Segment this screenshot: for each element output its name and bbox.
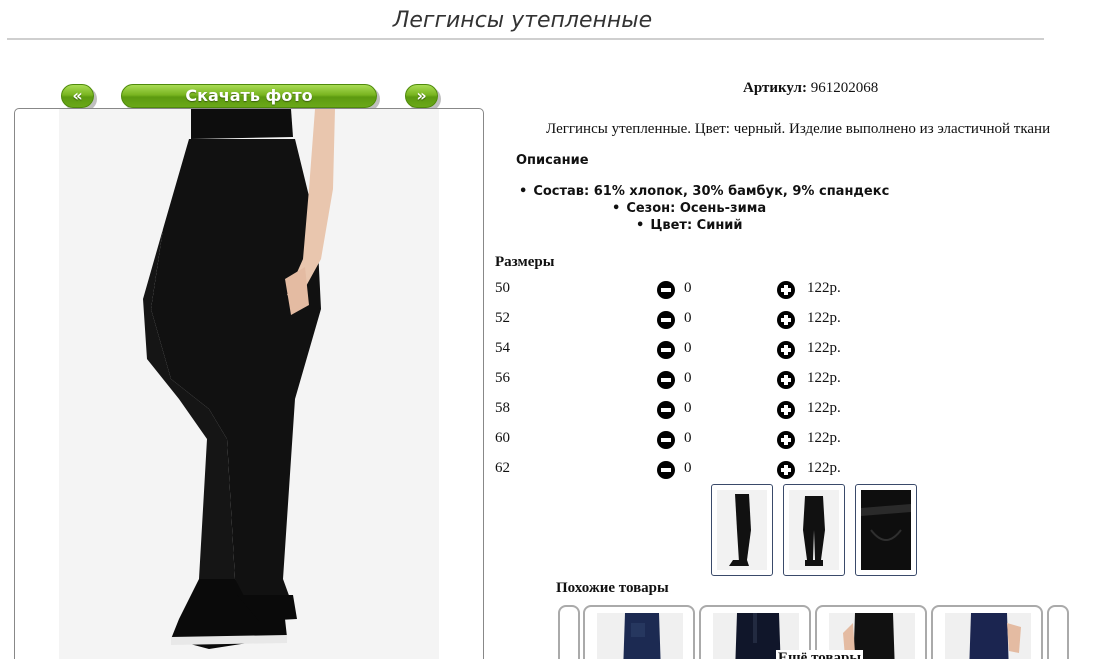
spec-item: Цвет: Синий — [636, 218, 742, 233]
size-value: 50 — [495, 280, 510, 296]
qty-value: 0 — [684, 460, 692, 476]
photo-thumbnail[interactable] — [711, 484, 773, 576]
price-value: 122р. — [807, 310, 841, 326]
qty-value: 0 — [684, 280, 692, 296]
main-photo-frame — [14, 108, 484, 659]
price-value: 122р. — [807, 460, 841, 476]
spec-item: Состав: 61% хлопок, 30% бамбук, 9% спанд… — [519, 184, 889, 199]
prev-photo-button[interactable]: « — [61, 84, 94, 108]
size-row: 52 0 122р. — [495, 310, 895, 332]
increase-qty-icon[interactable] — [777, 281, 795, 299]
size-row: 58 0 122р. — [495, 400, 895, 422]
increase-qty-icon[interactable] — [777, 461, 795, 479]
increase-qty-icon[interactable] — [777, 341, 795, 359]
qty-value: 0 — [684, 340, 692, 356]
title-divider — [7, 38, 1044, 40]
carousel-next-button[interactable] — [1047, 605, 1069, 659]
decrease-qty-icon[interactable] — [657, 401, 675, 419]
size-row: 50 0 122р. — [495, 280, 895, 302]
increase-qty-icon[interactable] — [777, 431, 795, 449]
decrease-qty-icon[interactable] — [657, 431, 675, 449]
similar-product-image — [597, 613, 683, 659]
size-value: 58 — [495, 400, 510, 416]
article-label: Артикул: — [743, 80, 807, 96]
price-value: 122р. — [807, 370, 841, 386]
size-value: 60 — [495, 430, 510, 446]
specs-heading: Описание — [516, 153, 589, 168]
thumbnail-image — [861, 490, 911, 570]
price-value: 122р. — [807, 430, 841, 446]
size-value: 52 — [495, 310, 510, 326]
qty-value: 0 — [684, 310, 692, 326]
price-value: 122р. — [807, 280, 841, 296]
increase-qty-icon[interactable] — [777, 311, 795, 329]
carousel-prev-button[interactable] — [558, 605, 580, 659]
article-line: Артикул: 961202068 — [743, 80, 878, 97]
price-value: 122р. — [807, 340, 841, 356]
decrease-qty-icon[interactable] — [657, 311, 675, 329]
decrease-qty-icon[interactable] — [657, 341, 675, 359]
product-description: Леггинсы утепленные. Цвет: черный. Издел… — [546, 121, 1051, 137]
qty-value: 0 — [684, 400, 692, 416]
increase-qty-icon[interactable] — [777, 401, 795, 419]
page-title: Леггинсы утепленные — [392, 8, 653, 33]
decrease-qty-icon[interactable] — [657, 371, 675, 389]
qty-value: 0 — [684, 430, 692, 446]
download-photo-button[interactable]: Скачать фото — [121, 84, 377, 108]
product-photo-illustration — [143, 109, 335, 649]
similar-product-image — [945, 613, 1031, 659]
price-value: 122р. — [807, 400, 841, 416]
thumbnail-image — [789, 490, 839, 570]
decrease-qty-icon[interactable] — [657, 461, 675, 479]
photo-thumbnail[interactable] — [783, 484, 845, 576]
similar-products-heading: Похожие товары — [556, 580, 669, 596]
sizes-heading: Размеры — [495, 254, 555, 270]
size-row: 60 0 122р. — [495, 430, 895, 452]
more-products-heading: Ещё товары — [776, 650, 864, 659]
size-value: 54 — [495, 340, 510, 356]
similar-product-card[interactable] — [931, 605, 1043, 659]
article-value: 961202068 — [810, 80, 879, 96]
size-value: 62 — [495, 460, 510, 476]
next-photo-button[interactable]: » — [405, 84, 438, 108]
size-row: 62 0 122р. — [495, 460, 895, 482]
photo-thumbnail[interactable] — [855, 484, 917, 576]
increase-qty-icon[interactable] — [777, 371, 795, 389]
spec-item: Сезон: Осень-зима — [612, 201, 766, 216]
size-row: 54 0 122р. — [495, 340, 895, 362]
similar-product-card[interactable] — [583, 605, 695, 659]
size-row: 56 0 122р. — [495, 370, 895, 392]
thumbnail-image — [717, 490, 767, 570]
size-value: 56 — [495, 370, 510, 386]
qty-value: 0 — [684, 370, 692, 386]
decrease-qty-icon[interactable] — [657, 281, 675, 299]
